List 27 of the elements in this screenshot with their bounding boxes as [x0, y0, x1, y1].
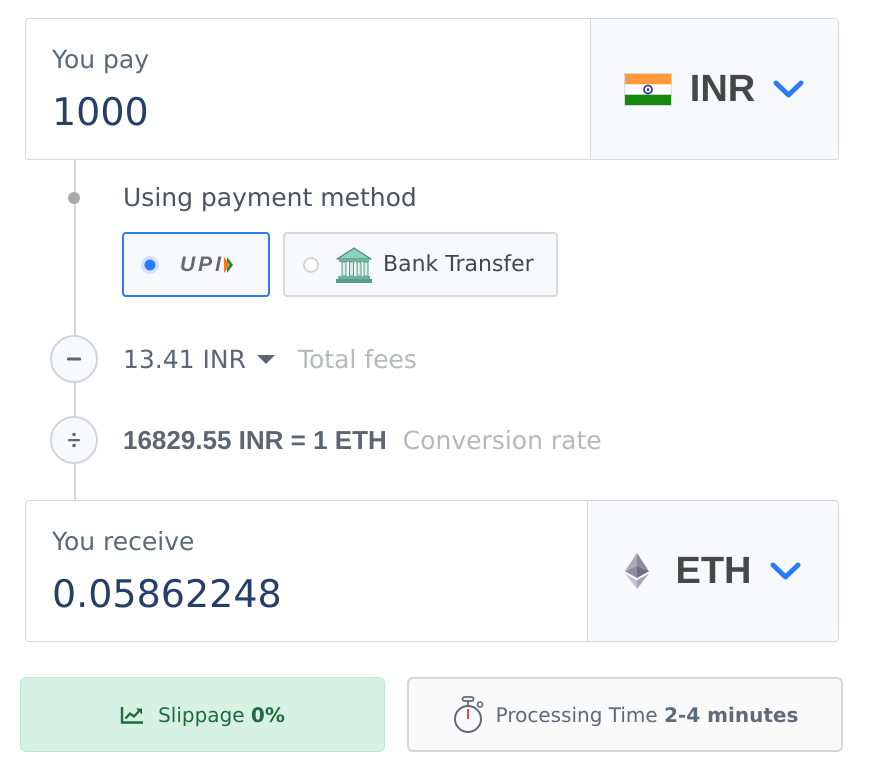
- payment-method-label: Using payment method: [123, 183, 417, 213]
- currency-dropdown[interactable]: ETH: [587, 501, 838, 641]
- conversion-rate-value: 16829.55 INR = 1 ETH: [123, 424, 387, 456]
- receive-amount-input[interactable]: 0.05862248: [52, 571, 342, 617]
- step-dot-icon: [68, 192, 80, 204]
- chevron-down-icon: [772, 79, 806, 99]
- stopwatch-icon: [452, 696, 484, 734]
- currency-dropdown[interactable]: INR: [590, 19, 838, 159]
- minus-icon: [50, 335, 98, 383]
- bank-icon: [335, 246, 374, 284]
- chevron-down-icon: [768, 561, 802, 581]
- ethereum-diamond-icon: [624, 553, 648, 589]
- fees-dropdown[interactable]: 13.41 INR: [123, 344, 275, 374]
- india-flag-icon: [624, 72, 672, 106]
- slippage-text: Slippage 0%: [158, 702, 285, 726]
- caret-icon: [256, 354, 275, 364]
- divide-icon: [50, 416, 98, 464]
- trend-chart-icon: [120, 706, 144, 724]
- upi-option[interactable]: UPI: [122, 232, 270, 297]
- arrow-mark-icon: [224, 256, 234, 272]
- bank-transfer-option[interactable]: Bank Transfer: [283, 232, 558, 297]
- receive-label: You receive: [52, 527, 196, 557]
- pay-amount-input[interactable]: 1000: [52, 89, 342, 135]
- fees-label: Total fees: [298, 344, 417, 374]
- pay-label: You pay: [52, 45, 150, 75]
- processing-time-text: Processing Time 2-4 minutes: [496, 702, 798, 726]
- conversion-rate-label: Conversion rate: [402, 426, 602, 454]
